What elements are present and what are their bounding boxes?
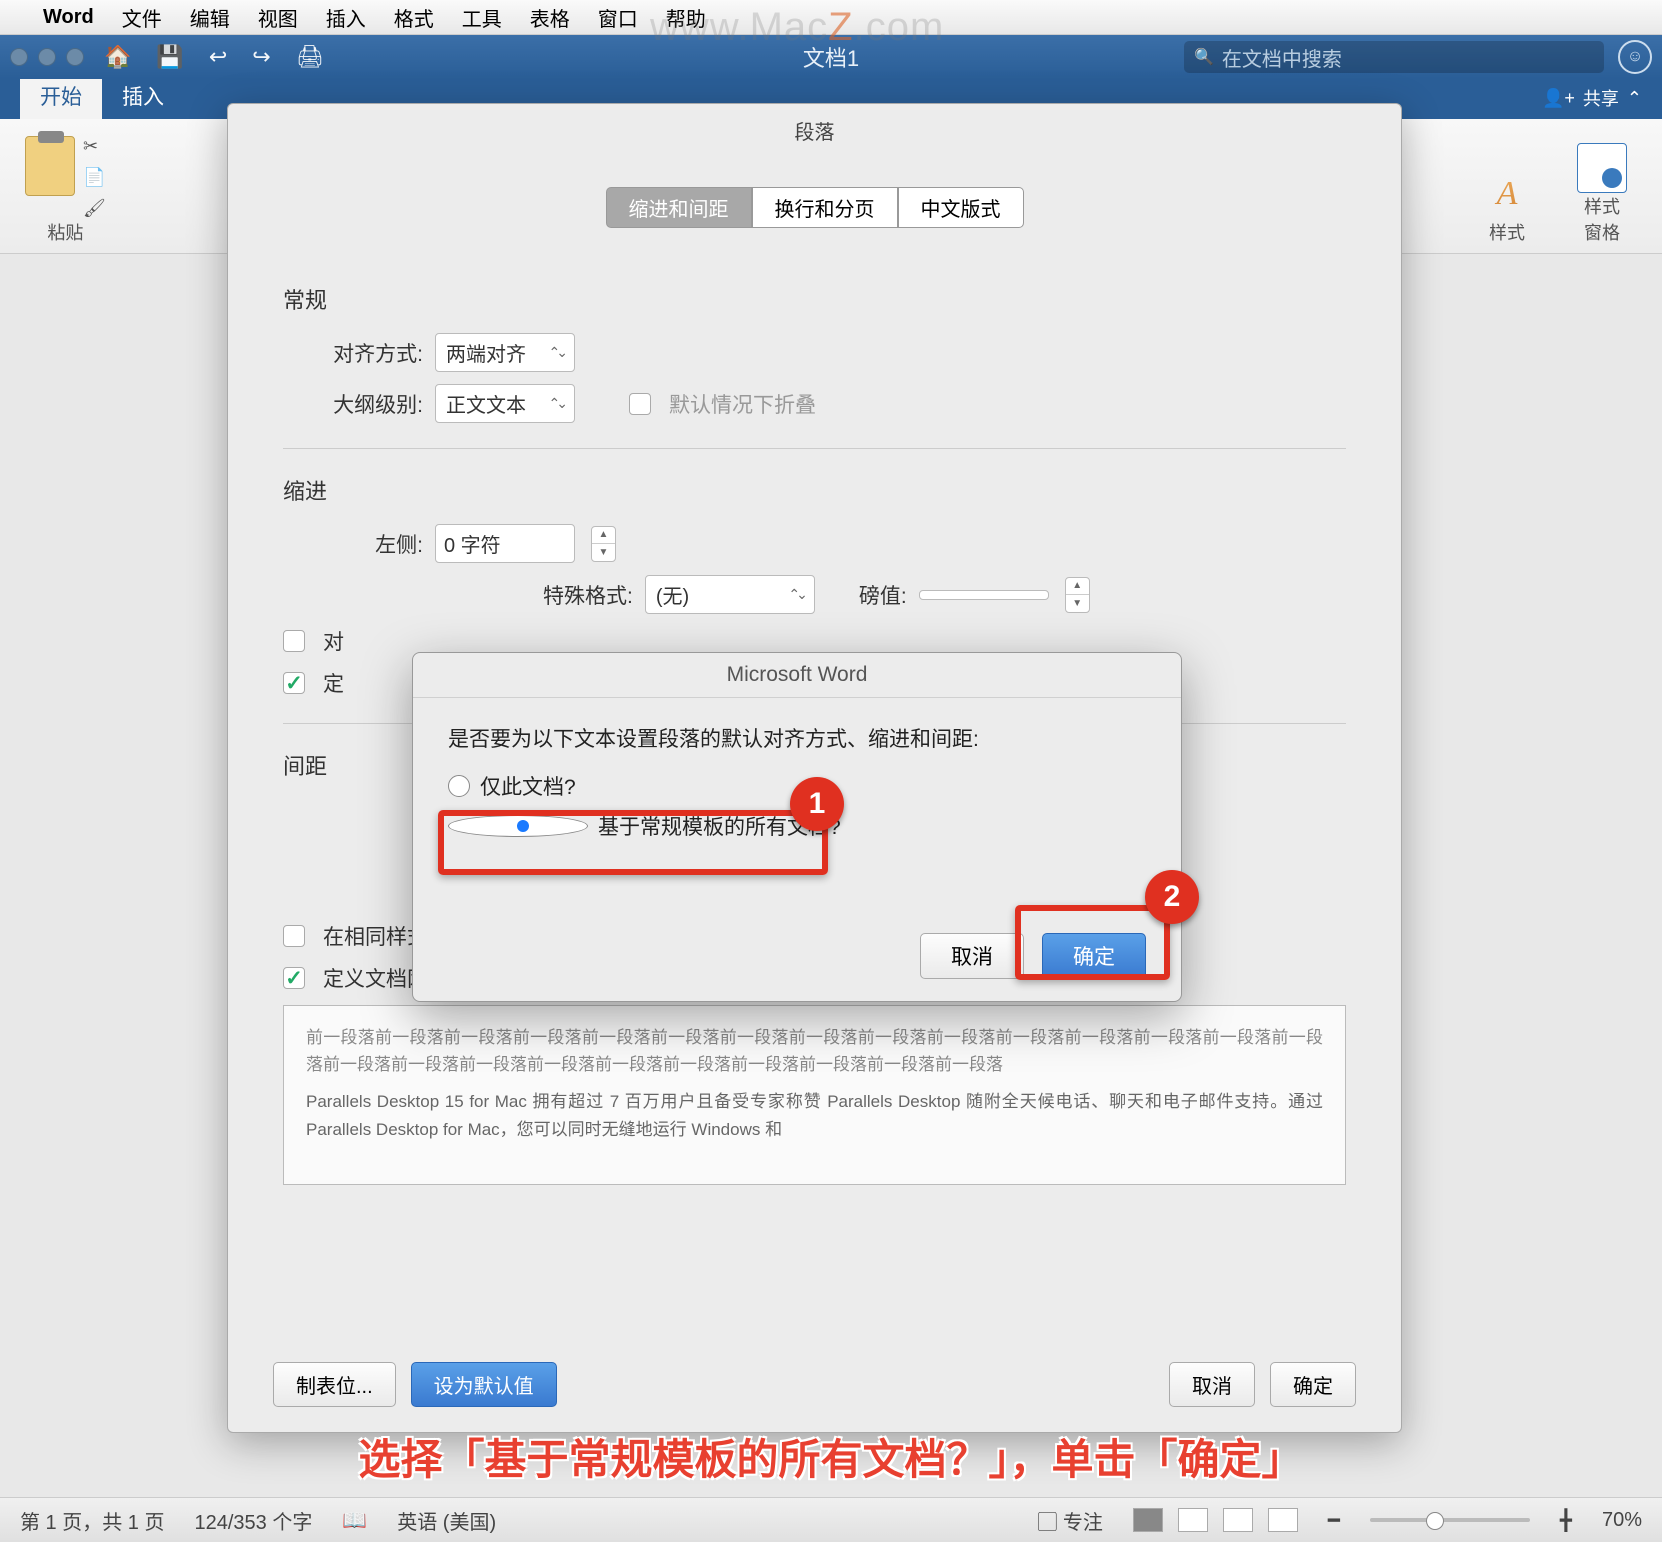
tab-home[interactable]: 开始 bbox=[20, 73, 102, 119]
outline-select[interactable]: 正文文本 bbox=[435, 384, 575, 423]
home-icon[interactable]: 🏠 bbox=[104, 44, 131, 70]
left-indent-input[interactable]: 0 字符 bbox=[435, 524, 575, 563]
menu-view[interactable]: 视图 bbox=[258, 3, 298, 32]
clipboard-icon[interactable] bbox=[25, 136, 75, 196]
dialog-title: 段落 bbox=[228, 104, 1401, 157]
search-placeholder: 在文档中搜索 bbox=[1222, 43, 1342, 72]
view-outline-icon[interactable] bbox=[1223, 1508, 1253, 1532]
zoom-percent[interactable]: 70% bbox=[1602, 1509, 1642, 1532]
format-painter-icon[interactable]: 🖌 bbox=[83, 198, 106, 219]
alignment-value: 两端对齐 bbox=[446, 338, 526, 367]
tabs-button[interactable]: 制表位... bbox=[273, 1362, 396, 1407]
left-indent-stepper[interactable]: ▲▼ bbox=[591, 526, 616, 562]
outline-value: 正文文本 bbox=[446, 389, 526, 418]
by-label: 磅值: bbox=[859, 580, 907, 610]
styles-pane-label: 样式 窗格 bbox=[1584, 193, 1620, 245]
preview-text2: Parallels Desktop 15 for Mac 拥有超过 7 百万用户… bbox=[306, 1088, 1323, 1142]
mac-menubar: Word 文件 编辑 视图 插入 格式 工具 表格 窗口 帮助 bbox=[0, 0, 1662, 35]
menu-insert[interactable]: 插入 bbox=[326, 3, 366, 32]
menu-format[interactable]: 格式 bbox=[394, 3, 434, 32]
menu-table[interactable]: 表格 bbox=[530, 3, 570, 32]
set-default-button[interactable]: 设为默认值 bbox=[411, 1362, 557, 1407]
document-title: 文档1 bbox=[803, 41, 859, 73]
alert-cancel-button[interactable]: 取消 bbox=[920, 933, 1024, 979]
collapse-label: 默认情况下折叠 bbox=[669, 389, 816, 419]
indent-section-title: 缩进 bbox=[283, 474, 1346, 506]
radio-icon-selected bbox=[448, 815, 588, 837]
save-icon[interactable]: 💾 bbox=[156, 44, 183, 70]
tab-asian-typography[interactable]: 中文版式 bbox=[898, 187, 1024, 228]
annotation-badge-1: 1 bbox=[790, 777, 844, 831]
copy-icon[interactable]: 📄 bbox=[83, 167, 106, 188]
menu-file[interactable]: 文件 bbox=[122, 3, 162, 32]
menu-edit[interactable]: 编辑 bbox=[190, 3, 230, 32]
tab-indent-spacing[interactable]: 缩进和间距 bbox=[606, 187, 752, 228]
search-input[interactable]: 在文档中搜索 bbox=[1184, 41, 1604, 73]
page-count[interactable]: 第 1 页，共 1 页 bbox=[20, 1506, 164, 1535]
alignment-select[interactable]: 两端对齐 bbox=[435, 333, 575, 372]
left-indent-value: 0 字符 bbox=[444, 529, 501, 558]
menu-window[interactable]: 窗口 bbox=[598, 3, 638, 32]
zoom-in-button[interactable]: ╋ bbox=[1560, 1508, 1572, 1533]
outline-label: 大纲级别: bbox=[283, 389, 423, 419]
alert-dialog: Microsoft Word 是否要为以下文本设置段落的默认对齐方式、缩进和间距… bbox=[412, 652, 1182, 1002]
alert-ok-button[interactable]: 确定 bbox=[1042, 933, 1146, 979]
preview-box: 前一段落前一段落前一段落前一段落前一段落前一段落前一段落前一段落前一段落前一段落… bbox=[283, 1005, 1346, 1185]
tab-insert[interactable]: 插入 bbox=[102, 73, 184, 119]
app-name[interactable]: Word bbox=[43, 6, 94, 29]
styles-label: 样式 bbox=[1489, 219, 1525, 245]
zoom-slider[interactable] bbox=[1370, 1518, 1530, 1522]
view-print-icon[interactable] bbox=[1133, 1508, 1163, 1532]
nospace-checkbox[interactable] bbox=[283, 925, 305, 947]
left-indent-label: 左侧: bbox=[283, 529, 423, 559]
feedback-icon[interactable]: ☺ bbox=[1618, 40, 1652, 74]
styles-icon[interactable]: A bbox=[1482, 169, 1532, 219]
define-checkbox[interactable] bbox=[283, 672, 305, 694]
alignment-label: 对齐方式: bbox=[283, 338, 423, 368]
menu-tools[interactable]: 工具 bbox=[462, 3, 502, 32]
cut-icon[interactable]: ✂ bbox=[83, 136, 106, 157]
by-input[interactable] bbox=[919, 590, 1049, 600]
spell-check-icon[interactable]: 📖 bbox=[342, 1508, 367, 1533]
share-button[interactable]: 👤+ 共享 ⌃ bbox=[1522, 77, 1662, 119]
alert-question: 是否要为以下文本设置段落的默认对齐方式、缩进和间距: bbox=[448, 723, 1146, 753]
preview-text1: 前一段落前一段落前一段落前一段落前一段落前一段落前一段落前一段落前一段落前一段落… bbox=[306, 1024, 1323, 1078]
para-cancel-button[interactable]: 取消 bbox=[1169, 1362, 1255, 1407]
radio-icon bbox=[448, 775, 470, 797]
view-web-icon[interactable] bbox=[1178, 1508, 1208, 1532]
by-stepper[interactable]: ▲▼ bbox=[1065, 577, 1090, 613]
titlebar: 🏠 💾 ↩ ↪ 🖨 文档1 在文档中搜索 ☺ bbox=[0, 35, 1662, 79]
language-indicator[interactable]: 英语 (美国) bbox=[397, 1506, 496, 1535]
window-controls[interactable] bbox=[10, 48, 84, 66]
zoom-out-button[interactable]: ━ bbox=[1328, 1508, 1340, 1533]
menu-help[interactable]: 帮助 bbox=[666, 3, 706, 32]
alert-title: Microsoft Word bbox=[413, 653, 1181, 698]
undo-icon[interactable]: ↩ bbox=[209, 44, 227, 70]
annotation-badge-2: 2 bbox=[1145, 870, 1199, 924]
special-value: (无) bbox=[656, 580, 689, 609]
para-ok-button[interactable]: 确定 bbox=[1270, 1362, 1356, 1407]
view-draft-icon[interactable] bbox=[1268, 1508, 1298, 1532]
special-select[interactable]: (无) bbox=[645, 575, 815, 614]
redo-icon[interactable]: ↪ bbox=[252, 44, 270, 70]
statusbar: 第 1 页，共 1 页 124/353 个字 📖 英语 (美国) ▢ 专注 ━ … bbox=[0, 1497, 1662, 1542]
collapse-checkbox[interactable] bbox=[629, 393, 651, 415]
tab-line-page-breaks[interactable]: 换行和分页 bbox=[752, 187, 898, 228]
special-label: 特殊格式: bbox=[543, 580, 633, 610]
mirror-label: 对 bbox=[323, 626, 344, 656]
print-icon[interactable]: 🖨 bbox=[296, 44, 324, 70]
instruction-text: 选择「基于常规模板的所有文档？」，单击「确定」 bbox=[0, 1426, 1662, 1487]
focus-label: 专注 bbox=[1063, 1512, 1103, 1534]
mirror-checkbox[interactable] bbox=[283, 630, 305, 652]
radio-label-1: 仅此文档? bbox=[480, 771, 576, 801]
share-label: 共享 bbox=[1583, 85, 1619, 111]
focus-mode[interactable]: ▢ 专注 bbox=[1037, 1506, 1103, 1535]
define-label: 定 bbox=[323, 668, 344, 698]
paste-label: 粘贴 bbox=[47, 219, 83, 245]
snap-checkbox[interactable] bbox=[283, 967, 305, 989]
styles-pane-icon[interactable] bbox=[1577, 143, 1627, 193]
word-count[interactable]: 124/353 个字 bbox=[194, 1506, 312, 1535]
general-section-title: 常规 bbox=[283, 283, 1346, 315]
